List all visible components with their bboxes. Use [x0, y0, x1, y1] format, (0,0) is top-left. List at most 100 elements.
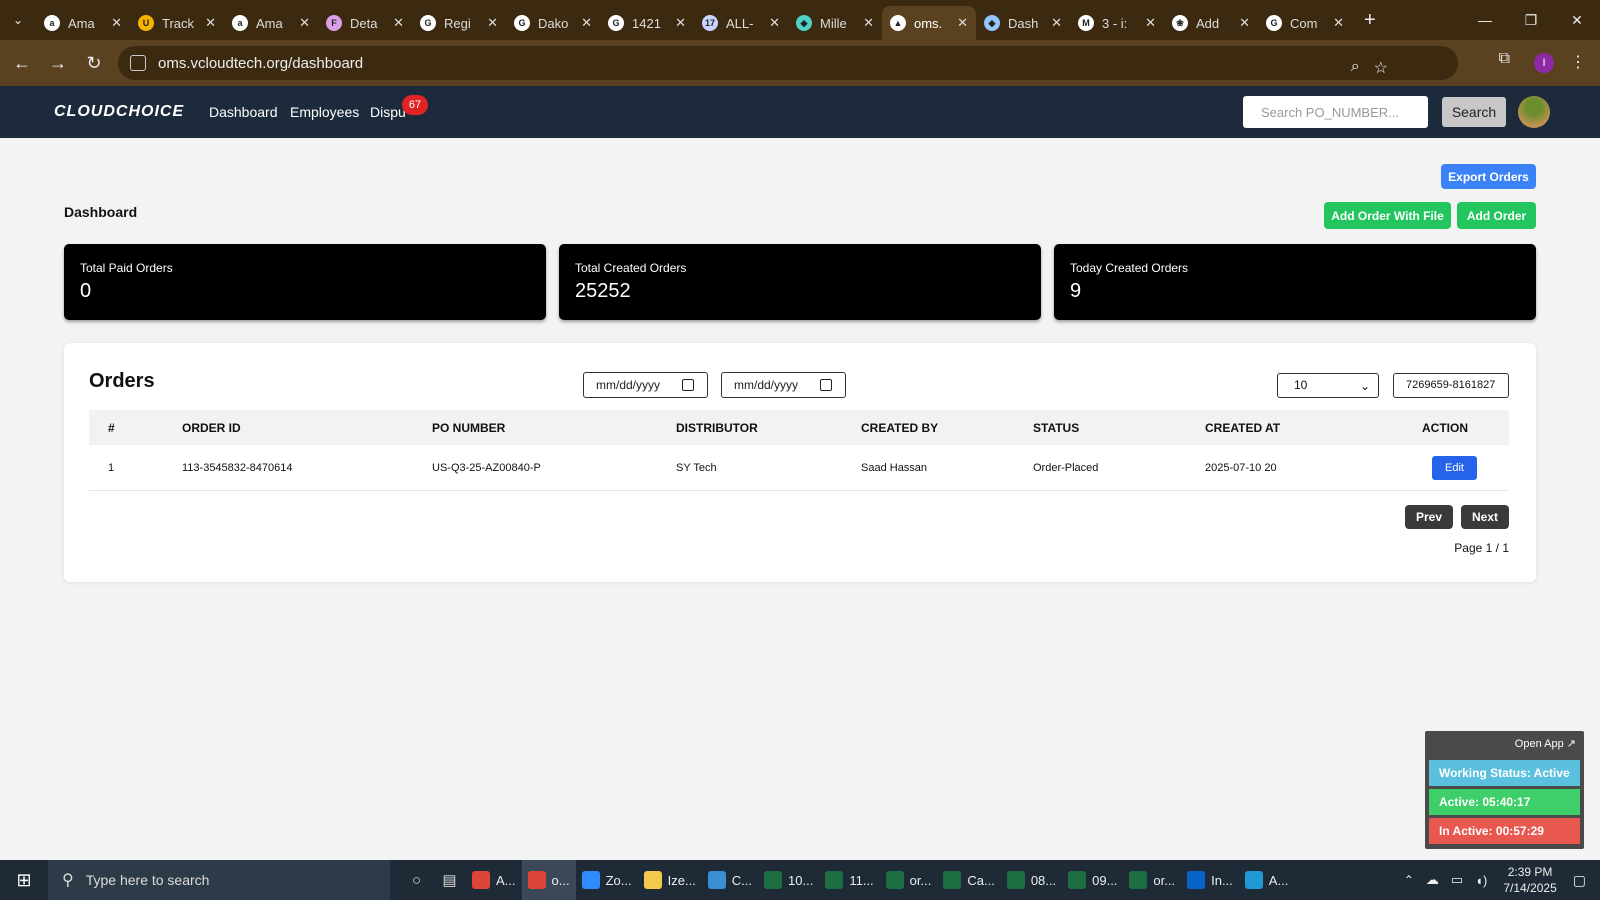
edit-button[interactable]: Edit [1432, 456, 1477, 480]
close-tab-icon[interactable]: ✕ [393, 15, 404, 31]
taskbar-app[interactable]: or... [880, 860, 938, 900]
taskbar-app[interactable]: 11... [819, 860, 879, 900]
disputes-count-badge: 67 [402, 95, 428, 115]
taskbar-search[interactable]: ⚲ Type here to search [48, 860, 390, 900]
browser-tab[interactable]: G Dako ✕ [506, 6, 600, 40]
network-icon[interactable]: ▭ [1451, 872, 1463, 888]
tab-title: 3 - i: [1102, 15, 1128, 31]
browser-tab[interactable]: F Deta ✕ [318, 6, 412, 40]
extensions-icon[interactable]: ⧉ [1499, 50, 1510, 68]
date-to-input[interactable]: mm/dd/yyyy [721, 372, 846, 398]
omnibox-actions: ⌕ ☆ [1351, 58, 1388, 78]
po-search-input[interactable] [1243, 96, 1428, 128]
tray-chevron-up-icon[interactable]: ⌃ [1404, 873, 1414, 887]
taskbar-app[interactable]: 10... [758, 860, 819, 900]
browser-tab[interactable]: G Regi ✕ [412, 6, 506, 40]
close-tab-icon[interactable]: ✕ [1333, 15, 1344, 31]
notifications-icon[interactable]: ▢ [1573, 872, 1586, 889]
volume-icon[interactable]: ◖) [1475, 873, 1487, 888]
new-tab-button[interactable]: + [1364, 9, 1376, 32]
chrome-icon [527, 871, 546, 889]
prev-page-button[interactable]: Prev [1405, 505, 1453, 529]
browser-tab[interactable]: G Com ✕ [1258, 6, 1352, 40]
close-tab-icon[interactable]: ✕ [863, 15, 874, 31]
taskbar-app[interactable]: 09... [1062, 860, 1123, 900]
browser-menu-icon[interactable]: ⋮ [1570, 52, 1586, 72]
browser-tab[interactable]: M 3 - i: ✕ [1070, 6, 1164, 40]
col-number: # [108, 421, 115, 435]
open-app-link[interactable]: Open App ↗ [1515, 737, 1576, 750]
user-avatar[interactable] [1518, 96, 1550, 128]
tab-title: Ama [68, 15, 95, 31]
close-tab-icon[interactable]: ✕ [1051, 15, 1062, 31]
windows-start-icon[interactable]: ⊞ [0, 870, 48, 891]
order-filter-input[interactable]: 7269659-8161827 [1393, 373, 1509, 398]
address-bar[interactable]: oms.vcloudtech.org/dashboard ⌕ ☆ [118, 46, 1458, 80]
taskbar-app[interactable]: In... [1181, 860, 1239, 900]
browser-tab[interactable]: 17 ALL- ✕ [694, 6, 788, 40]
taskbar-app-label: A... [496, 872, 516, 888]
close-tab-icon[interactable]: ✕ [769, 15, 780, 31]
logo[interactable]: CLOUDCHOICE [54, 103, 184, 121]
nav-employees[interactable]: Employees [290, 104, 359, 120]
close-tab-icon[interactable]: ✕ [675, 15, 686, 31]
add-order-button[interactable]: Add Order [1457, 202, 1536, 229]
bookmark-star-icon[interactable]: ☆ [1374, 58, 1388, 78]
browser-tab[interactable]: ❀ Add ✕ [1164, 6, 1258, 40]
next-page-button[interactable]: Next [1461, 505, 1509, 529]
calendar-icon[interactable] [820, 379, 832, 391]
taskbar-app[interactable]: or... [1123, 860, 1181, 900]
reload-icon[interactable]: ↻ [76, 53, 112, 74]
taskbar-app[interactable]: A... [466, 860, 522, 900]
taskbar-app[interactable]: 08... [1001, 860, 1062, 900]
browser-tab[interactable]: ◆ Mille ✕ [788, 6, 882, 40]
browser-tab[interactable]: U Track ✕ [130, 6, 224, 40]
tab-search-chevron-icon[interactable]: ⌄ [0, 0, 36, 40]
tab-title: Track [162, 15, 195, 31]
browser-tab[interactable]: G 1421 ✕ [600, 6, 694, 40]
export-orders-button[interactable]: Export Orders [1441, 164, 1536, 189]
cell-po-number: US-Q3-25-AZ00840-P [432, 462, 541, 474]
taskbar-app[interactable]: Ize... [638, 860, 702, 900]
taskbar-app[interactable]: Zo... [576, 860, 638, 900]
forward-arrow-icon[interactable]: → [40, 53, 76, 74]
clock[interactable]: 2:39 PM 7/14/2025 [1503, 864, 1556, 896]
browser-tab[interactable]: ▲ oms. ✕ [882, 6, 976, 40]
nav-dashboard[interactable]: Dashboard [209, 104, 278, 120]
chevron-down-icon: ⌄ [1359, 379, 1370, 393]
date-from-input[interactable]: mm/dd/yyyy [583, 372, 708, 398]
taskbar-app[interactable]: A... [1239, 860, 1295, 900]
close-tab-icon[interactable]: ✕ [1145, 15, 1156, 31]
cortana-icon[interactable]: ○ [400, 872, 433, 889]
site-info-icon[interactable] [130, 55, 146, 71]
close-tab-icon[interactable]: ✕ [111, 15, 122, 31]
close-tab-icon[interactable]: ✕ [1239, 15, 1250, 31]
profile-avatar[interactable]: I [1534, 53, 1554, 73]
restore-icon[interactable]: ❐ [1508, 12, 1554, 29]
page-size-select[interactable]: 10 ⌄ [1277, 373, 1379, 398]
excel-icon [764, 871, 783, 889]
close-tab-icon[interactable]: ✕ [581, 15, 592, 31]
cloud-icon[interactable]: ☁ [1426, 872, 1439, 888]
google-icon: G [420, 15, 436, 31]
close-tab-icon[interactable]: ✕ [487, 15, 498, 31]
back-arrow-icon[interactable]: ← [4, 53, 40, 74]
taskbar-app[interactable]: Ca... [937, 860, 1000, 900]
add-order-with-file-button[interactable]: Add Order With File [1324, 202, 1451, 229]
browser-tab[interactable]: ◆ Dash ✕ [976, 6, 1070, 40]
close-window-icon[interactable]: ✕ [1554, 12, 1600, 29]
task-view-icon[interactable]: ▤ [433, 871, 466, 889]
close-tab-icon[interactable]: ✕ [957, 15, 968, 31]
close-tab-icon[interactable]: ✕ [205, 15, 216, 31]
taskbar-app[interactable]: o... [521, 860, 576, 900]
browser-tab[interactable]: a Ama ✕ [36, 6, 130, 40]
browser-tab[interactable]: a Ama ✕ [224, 6, 318, 40]
taskbar-app[interactable]: C... [702, 860, 758, 900]
active-time: Active: 05:40:17 [1429, 789, 1580, 815]
zoom-icon[interactable]: ⌕ [1351, 58, 1360, 78]
nav-disputes[interactable]: Dispu [370, 104, 406, 120]
close-tab-icon[interactable]: ✕ [299, 15, 310, 31]
minimize-icon[interactable]: — [1462, 12, 1508, 28]
calendar-icon[interactable] [682, 379, 694, 391]
search-button[interactable]: Search [1442, 97, 1506, 127]
